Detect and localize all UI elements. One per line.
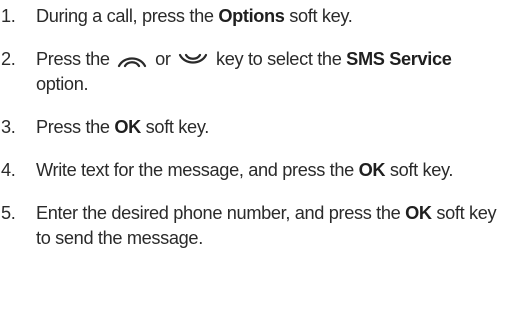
step-text: key to select the [211,49,347,69]
step-number: 2. [1,49,16,69]
step-text: Enter the desired phone number, and pres… [36,203,406,223]
ok-soft-key-label: OK [405,203,432,223]
step-5: 5. Enter the desired phone number, and p… [0,201,505,251]
step-1: 1. During a call, press the Options soft… [0,4,505,29]
ok-soft-key-label: OK [114,117,141,137]
ok-soft-key-label: OK [358,160,386,180]
step-number: 4. [1,160,16,180]
step-text: soft key. [140,117,210,137]
step-number: 5. [1,203,16,223]
step-text: Press the [36,117,115,137]
step-number: 1. [1,6,16,26]
step-2: 2. Press the or key to select the SMS Se… [0,47,505,97]
instruction-page: 1. During a call, press the Options soft… [0,0,505,321]
step-text: soft key. [284,6,353,26]
step-text: or [150,49,176,69]
step-text: Press the [36,49,115,69]
sms-service-option-label: SMS Service [346,49,452,69]
step-text: During a call, press the [36,6,219,26]
step-3: 3. Press the OK soft key. [0,115,505,140]
step-text: soft key. [385,160,454,180]
down-navigation-key-icon [178,52,208,68]
steps-list: 1. During a call, press the Options soft… [0,4,505,251]
step-4: 4. Write text for the message, and press… [0,158,505,183]
options-soft-key-label: Options [218,6,285,26]
step-text: option. [36,74,89,94]
step-text: Write text for the message, and press th… [36,160,359,180]
step-number: 3. [1,117,16,137]
up-navigation-key-icon [117,52,147,68]
